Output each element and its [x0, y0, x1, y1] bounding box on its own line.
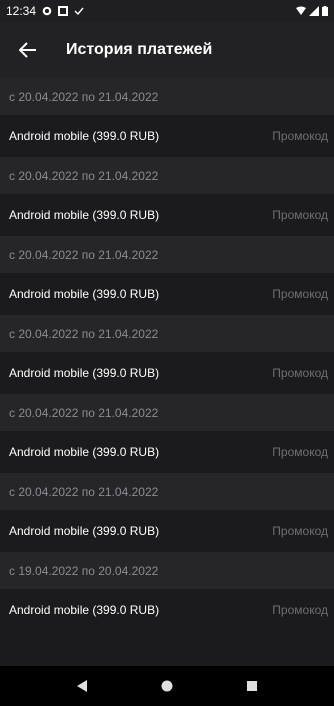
payment-row[interactable]: Android mobile (399.0 RUB) Промокод	[0, 352, 334, 394]
payment-row[interactable]: Android mobile (399.0 RUB) Промокод	[0, 431, 334, 473]
system-nav-bar	[0, 666, 334, 706]
period-header: с 20.04.2022 по 21.04.2022	[0, 78, 334, 115]
recents-square-icon	[246, 681, 257, 691]
payment-group: с 20.04.2022 по 21.04.2022 Android mobil…	[0, 315, 334, 394]
period-header: с 20.04.2022 по 21.04.2022	[0, 315, 334, 352]
status-left: 12:34	[6, 4, 84, 18]
status-right	[296, 6, 328, 16]
payment-type: Промокод	[272, 208, 328, 222]
payment-row[interactable]: Android mobile (399.0 RUB) Промокод	[0, 115, 334, 157]
nav-back-button[interactable]	[72, 676, 92, 696]
payment-group: с 20.04.2022 по 21.04.2022 Android mobil…	[0, 236, 334, 315]
payment-group: с 20.04.2022 по 21.04.2022 Android mobil…	[0, 473, 334, 552]
payment-group: с 20.04.2022 по 21.04.2022 Android mobil…	[0, 394, 334, 473]
payment-name: Android mobile (399.0 RUB)	[9, 208, 160, 222]
payment-type: Промокод	[272, 524, 328, 538]
nav-home-button[interactable]	[157, 676, 177, 696]
period-header: с 19.04.2022 по 20.04.2022	[0, 552, 334, 589]
period-header: с 20.04.2022 по 21.04.2022	[0, 394, 334, 431]
wifi-icon	[296, 6, 306, 15]
square-icon	[58, 6, 69, 16]
period-header: с 20.04.2022 по 21.04.2022	[0, 236, 334, 273]
payment-name: Android mobile (399.0 RUB)	[9, 524, 160, 538]
period-header: с 20.04.2022 по 21.04.2022	[0, 473, 334, 510]
payment-type: Промокод	[272, 366, 328, 380]
payment-group: с 20.04.2022 по 21.04.2022 Android mobil…	[0, 157, 334, 236]
period-header: с 20.04.2022 по 21.04.2022	[0, 157, 334, 194]
payment-name: Android mobile (399.0 RUB)	[9, 287, 160, 301]
signal-icon	[309, 6, 319, 16]
back-triangle-icon	[77, 680, 88, 692]
nav-recents-button[interactable]	[242, 676, 262, 696]
payment-type: Промокод	[272, 445, 328, 459]
payment-type: Промокод	[272, 287, 328, 301]
check-icon	[74, 7, 84, 16]
battery-icon	[322, 6, 328, 16]
payment-type: Промокод	[272, 129, 328, 143]
status-bar: 12:34	[0, 0, 334, 22]
back-button[interactable]	[16, 38, 40, 62]
payment-group: с 19.04.2022 по 20.04.2022 Android mobil…	[0, 552, 334, 631]
settings-icon	[42, 6, 52, 16]
payment-list: с 20.04.2022 по 21.04.2022 Android mobil…	[0, 78, 334, 631]
payment-name: Android mobile (399.0 RUB)	[9, 366, 160, 380]
payment-row[interactable]: Android mobile (399.0 RUB) Промокод	[0, 194, 334, 236]
payment-name: Android mobile (399.0 RUB)	[9, 445, 160, 459]
payment-group: с 20.04.2022 по 21.04.2022 Android mobil…	[0, 78, 334, 157]
payment-type: Промокод	[272, 603, 328, 617]
home-circle-icon	[161, 680, 173, 692]
payment-row[interactable]: Android mobile (399.0 RUB) Промокод	[0, 510, 334, 552]
arrow-left-icon	[19, 42, 36, 58]
payment-name: Android mobile (399.0 RUB)	[9, 129, 160, 143]
app-bar: История платежей	[0, 22, 334, 78]
status-time: 12:34	[6, 4, 37, 18]
payment-row[interactable]: Android mobile (399.0 RUB) Промокод	[0, 273, 334, 315]
payment-row[interactable]: Android mobile (399.0 RUB) Промокод	[0, 589, 334, 631]
payment-name: Android mobile (399.0 RUB)	[9, 603, 160, 617]
page-title: История платежей	[66, 41, 213, 58]
